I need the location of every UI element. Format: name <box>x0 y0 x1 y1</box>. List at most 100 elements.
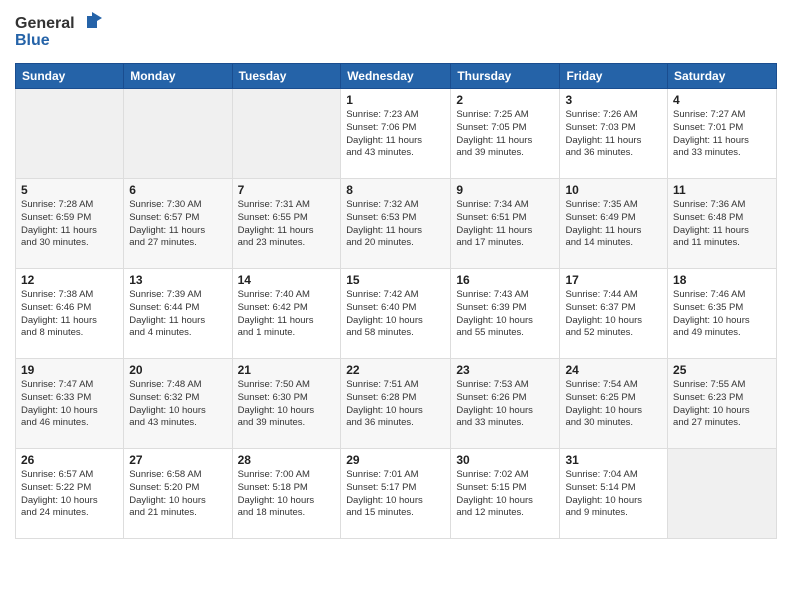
day-info: Sunrise: 7:32 AMSunset: 6:53 PMDaylight:… <box>346 199 445 250</box>
day-number: 3 <box>565 93 662 107</box>
day-info: Sunrise: 7:44 AMSunset: 6:37 PMDaylight:… <box>565 289 662 340</box>
day-number: 16 <box>456 273 554 287</box>
weekday-friday: Friday <box>560 64 668 89</box>
day-info: Sunrise: 7:27 AMSunset: 7:01 PMDaylight:… <box>673 109 771 160</box>
calendar-cell: 8 Sunrise: 7:32 AMSunset: 6:53 PMDaylight… <box>341 179 451 269</box>
day-info: Sunrise: 7:47 AMSunset: 6:33 PMDaylight:… <box>21 379 118 430</box>
day-info: Sunrise: 7:26 AMSunset: 7:03 PMDaylight:… <box>565 109 662 160</box>
calendar-cell: 11Sunrise: 7:36 AMSunset: 6:48 PMDayligh… <box>668 179 777 269</box>
calendar-cell <box>668 449 777 539</box>
day-info: Sunrise: 7:02 AMSunset: 5:15 PMDaylight:… <box>456 469 554 520</box>
day-info: Sunrise: 7:34 AMSunset: 6:51 PMDaylight:… <box>456 199 554 250</box>
calendar-cell: 10Sunrise: 7:35 AMSunset: 6:49 PMDayligh… <box>560 179 668 269</box>
day-info: Sunrise: 7:38 AMSunset: 6:46 PMDaylight:… <box>21 289 118 340</box>
day-info: Sunrise: 7:40 AMSunset: 6:42 PMDaylight:… <box>238 289 336 340</box>
day-number: 17 <box>565 273 662 287</box>
day-info: Sunrise: 7:39 AMSunset: 6:44 PMDaylight:… <box>129 289 226 340</box>
week-row-3: 12 Sunrise: 7:38 AMSunset: 6:46 PMDayligh… <box>16 269 777 359</box>
day-number: 4 <box>673 93 771 107</box>
week-row-4: 19 Sunrise: 7:47 AMSunset: 6:33 PMDayligh… <box>16 359 777 449</box>
calendar-cell: 7 Sunrise: 7:31 AMSunset: 6:55 PMDaylight… <box>232 179 341 269</box>
day-number: 28 <box>238 453 336 467</box>
day-number: 20 <box>129 363 226 377</box>
weekday-thursday: Thursday <box>451 64 560 89</box>
calendar-cell: 19 Sunrise: 7:47 AMSunset: 6:33 PMDayligh… <box>16 359 124 449</box>
day-info: Sunrise: 7:55 AMSunset: 6:23 PMDaylight:… <box>673 379 771 430</box>
calendar: SundayMondayTuesdayWednesdayThursdayFrid… <box>15 63 777 539</box>
calendar-cell: 4 Sunrise: 7:27 AMSunset: 7:01 PMDaylight… <box>668 89 777 179</box>
day-info: Sunrise: 7:00 AMSunset: 5:18 PMDaylight:… <box>238 469 336 520</box>
calendar-cell: 2 Sunrise: 7:25 AMSunset: 7:05 PMDaylight… <box>451 89 560 179</box>
day-info: Sunrise: 7:42 AMSunset: 6:40 PMDaylight:… <box>346 289 445 340</box>
day-number: 30 <box>456 453 554 467</box>
logo: General Blue <box>15 10 105 55</box>
day-info: Sunrise: 7:53 AMSunset: 6:26 PMDaylight:… <box>456 379 554 430</box>
day-info: Sunrise: 7:50 AMSunset: 6:30 PMDaylight:… <box>238 379 336 430</box>
calendar-cell: 16 Sunrise: 7:43 AMSunset: 6:39 PMDayligh… <box>451 269 560 359</box>
calendar-cell: 13 Sunrise: 7:39 AMSunset: 6:44 PMDayligh… <box>124 269 232 359</box>
weekday-header-row: SundayMondayTuesdayWednesdayThursdayFrid… <box>16 64 777 89</box>
day-number: 18 <box>673 273 771 287</box>
day-info: Sunrise: 7:48 AMSunset: 6:32 PMDaylight:… <box>129 379 226 430</box>
day-number: 9 <box>456 183 554 197</box>
calendar-cell: 3 Sunrise: 7:26 AMSunset: 7:03 PMDaylight… <box>560 89 668 179</box>
day-info: Sunrise: 6:58 AMSunset: 5:20 PMDaylight:… <box>129 469 226 520</box>
day-number: 19 <box>21 363 118 377</box>
day-info: Sunrise: 6:57 AMSunset: 5:22 PMDaylight:… <box>21 469 118 520</box>
day-number: 2 <box>456 93 554 107</box>
day-number: 23 <box>456 363 554 377</box>
day-number: 13 <box>129 273 226 287</box>
day-info: Sunrise: 7:43 AMSunset: 6:39 PMDaylight:… <box>456 289 554 340</box>
calendar-cell <box>124 89 232 179</box>
day-info: Sunrise: 7:31 AMSunset: 6:55 PMDaylight:… <box>238 199 336 250</box>
day-number: 29 <box>346 453 445 467</box>
calendar-cell <box>16 89 124 179</box>
day-number: 5 <box>21 183 118 197</box>
calendar-cell: 21 Sunrise: 7:50 AMSunset: 6:30 PMDayligh… <box>232 359 341 449</box>
calendar-cell: 17 Sunrise: 7:44 AMSunset: 6:37 PMDayligh… <box>560 269 668 359</box>
calendar-cell: 22 Sunrise: 7:51 AMSunset: 6:28 PMDayligh… <box>341 359 451 449</box>
calendar-cell: 5 Sunrise: 7:28 AMSunset: 6:59 PMDaylight… <box>16 179 124 269</box>
day-info: Sunrise: 7:54 AMSunset: 6:25 PMDaylight:… <box>565 379 662 430</box>
day-number: 1 <box>346 93 445 107</box>
week-row-5: 26Sunrise: 6:57 AMSunset: 5:22 PMDayligh… <box>16 449 777 539</box>
day-number: 27 <box>129 453 226 467</box>
day-info: Sunrise: 7:46 AMSunset: 6:35 PMDaylight:… <box>673 289 771 340</box>
day-info: Sunrise: 7:51 AMSunset: 6:28 PMDaylight:… <box>346 379 445 430</box>
day-info: Sunrise: 7:36 AMSunset: 6:48 PMDaylight:… <box>673 199 771 250</box>
weekday-tuesday: Tuesday <box>232 64 341 89</box>
weekday-monday: Monday <box>124 64 232 89</box>
logo-svg: General Blue <box>15 10 105 50</box>
logo-area: General Blue <box>15 10 105 55</box>
day-number: 12 <box>21 273 118 287</box>
week-row-2: 5 Sunrise: 7:28 AMSunset: 6:59 PMDaylight… <box>16 179 777 269</box>
weekday-sunday: Sunday <box>16 64 124 89</box>
calendar-cell: 1Sunrise: 7:23 AMSunset: 7:06 PMDaylight… <box>341 89 451 179</box>
calendar-cell: 30 Sunrise: 7:02 AMSunset: 5:15 PMDayligh… <box>451 449 560 539</box>
week-row-1: 1Sunrise: 7:23 AMSunset: 7:06 PMDaylight… <box>16 89 777 179</box>
day-info: Sunrise: 7:28 AMSunset: 6:59 PMDaylight:… <box>21 199 118 250</box>
day-number: 8 <box>346 183 445 197</box>
calendar-cell: 12 Sunrise: 7:38 AMSunset: 6:46 PMDayligh… <box>16 269 124 359</box>
calendar-cell: 27 Sunrise: 6:58 AMSunset: 5:20 PMDayligh… <box>124 449 232 539</box>
svg-text:General: General <box>15 15 75 32</box>
calendar-cell: 28 Sunrise: 7:00 AMSunset: 5:18 PMDayligh… <box>232 449 341 539</box>
day-number: 15 <box>346 273 445 287</box>
day-number: 7 <box>238 183 336 197</box>
day-info: Sunrise: 7:04 AMSunset: 5:14 PMDaylight:… <box>565 469 662 520</box>
day-number: 21 <box>238 363 336 377</box>
calendar-cell: 14Sunrise: 7:40 AMSunset: 6:42 PMDayligh… <box>232 269 341 359</box>
weekday-saturday: Saturday <box>668 64 777 89</box>
day-info: Sunrise: 7:25 AMSunset: 7:05 PMDaylight:… <box>456 109 554 160</box>
day-info: Sunrise: 7:30 AMSunset: 6:57 PMDaylight:… <box>129 199 226 250</box>
day-number: 22 <box>346 363 445 377</box>
calendar-cell: 18 Sunrise: 7:46 AMSunset: 6:35 PMDayligh… <box>668 269 777 359</box>
calendar-cell: 23 Sunrise: 7:53 AMSunset: 6:26 PMDayligh… <box>451 359 560 449</box>
calendar-cell: 15 Sunrise: 7:42 AMSunset: 6:40 PMDayligh… <box>341 269 451 359</box>
weekday-wednesday: Wednesday <box>341 64 451 89</box>
header: General Blue <box>15 10 777 55</box>
calendar-cell: 24Sunrise: 7:54 AMSunset: 6:25 PMDayligh… <box>560 359 668 449</box>
day-number: 31 <box>565 453 662 467</box>
day-number: 6 <box>129 183 226 197</box>
calendar-cell: 31 Sunrise: 7:04 AMSunset: 5:14 PMDayligh… <box>560 449 668 539</box>
